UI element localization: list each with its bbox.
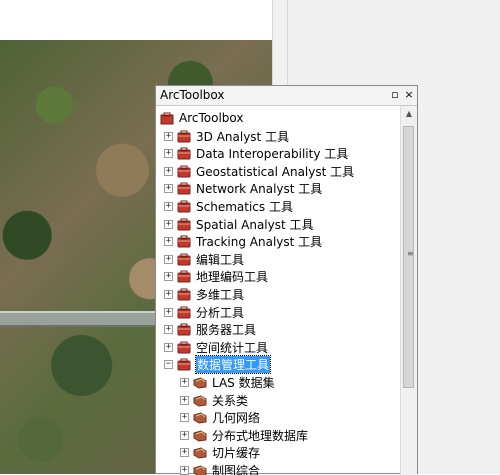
expand-icon[interactable]: + [164, 308, 173, 317]
tree-root-label: ArcToolbox [179, 111, 243, 125]
pin-icon[interactable]: ▫ [388, 88, 402, 102]
toolset-item-label: 关系类 [212, 392, 248, 409]
toolbox-icon [177, 218, 191, 231]
toolbox-item-label: 多维工具 [196, 286, 244, 303]
toolset-item[interactable]: + LAS 数据集 [180, 373, 275, 391]
toolbox-item-label: Tracking Analyst 工具 [196, 233, 322, 250]
toolbox-icon [177, 323, 191, 336]
toolbox-item-label: Data Interoperability 工具 [196, 145, 348, 162]
scroll-up-icon[interactable]: ▲ [401, 106, 417, 122]
expand-icon[interactable]: + [164, 325, 173, 334]
toolbox-icon [177, 182, 191, 195]
toolbox-item-label: 空间统计工具 [196, 339, 268, 356]
expand-icon[interactable]: + [180, 431, 189, 440]
toolbox-icon [177, 130, 191, 143]
toolset-icon [193, 411, 207, 424]
expand-icon[interactable]: + [164, 132, 173, 141]
toolbox-item[interactable]: + Tracking Analyst 工具 [164, 232, 322, 250]
toolbox-icon [177, 358, 191, 371]
toolbox-icon [177, 306, 191, 319]
expand-icon[interactable]: + [164, 149, 173, 158]
toolbox-item-label: Network Analyst 工具 [196, 180, 322, 197]
expand-icon[interactable]: + [180, 466, 189, 475]
toolbox-item-label: 3D Analyst 工具 [196, 128, 289, 145]
toolbox-icon [177, 165, 191, 178]
toolbox-item-label: 分析工具 [196, 304, 244, 321]
toolset-icon [193, 446, 207, 459]
toolset-icon [193, 394, 207, 407]
toolbox-item[interactable]: + 空间统计工具 [164, 338, 268, 356]
scroll-grip-icon: ≡ [407, 249, 414, 258]
toolbox-item-label: 地理编码工具 [196, 268, 268, 285]
toolbox-item[interactable]: + 编辑工具 [164, 250, 244, 268]
toolbox-item[interactable]: + Geostatistical Analyst 工具 [164, 162, 354, 180]
arctoolbox-window: ArcToolbox ▫ × ArcToolbox +3D Analyst 工具… [155, 85, 418, 474]
toolset-icon [193, 376, 207, 389]
toolset-item-label: 分布式地理数据库 [212, 427, 308, 444]
expand-icon[interactable]: + [180, 378, 189, 387]
toolbox-icon [177, 235, 191, 248]
toolset-item[interactable]: + 分布式地理数据库 [180, 426, 308, 444]
toolbox-item[interactable]: + Data Interoperability 工具 [164, 144, 348, 162]
toolbox-item-label: 服务器工具 [196, 321, 256, 338]
expand-icon[interactable]: + [164, 220, 173, 229]
toolbox-item[interactable]: + Spatial Analyst 工具 [164, 215, 314, 233]
toolbox-tree: ArcToolbox +3D Analyst 工具+Data Interoper… [156, 106, 400, 475]
toolset-item[interactable]: + 关系类 [180, 391, 248, 409]
toolbox-item-label: 数据管理工具 [196, 356, 270, 373]
toolset-item[interactable]: + 切片缓存 [180, 443, 260, 461]
toolbox-item[interactable]: +3D Analyst 工具 [164, 127, 289, 145]
toolbox-item-label: Geostatistical Analyst 工具 [196, 163, 354, 180]
toolset-item-label: 制图综合 [212, 462, 260, 475]
toolbox-item-label: Spatial Analyst 工具 [196, 216, 314, 233]
expand-icon[interactable]: + [164, 202, 173, 211]
toolset-item-label: 切片缓存 [212, 444, 260, 461]
toolbox-item[interactable]: + 分析工具 [164, 303, 244, 321]
expand-icon[interactable]: + [164, 272, 173, 281]
toolset-item[interactable]: + 制图综合 [180, 461, 260, 475]
toolbox-item[interactable]: + Schematics 工具 [164, 197, 293, 215]
expand-icon[interactable]: + [180, 413, 189, 422]
expand-icon[interactable]: + [164, 184, 173, 193]
toolbox-icon [177, 253, 191, 266]
expand-icon[interactable]: + [180, 448, 189, 457]
tree-scrollbar[interactable]: ▲ ≡ [400, 106, 417, 475]
toolset-icon [193, 464, 207, 475]
toolbox-icon [177, 147, 191, 160]
toolset-item[interactable]: + 几何网络 [180, 408, 260, 426]
expand-icon[interactable]: + [164, 237, 173, 246]
expand-icon[interactable]: + [164, 290, 173, 299]
toolbox-root-icon [160, 112, 174, 125]
toolbox-icon [177, 341, 191, 354]
arctoolbox-titlebar[interactable]: ArcToolbox ▫ × [156, 86, 417, 106]
toolbox-icon [177, 200, 191, 213]
window-title: ArcToolbox [160, 88, 224, 102]
toolbox-icon [177, 288, 191, 301]
tree-root[interactable]: ArcToolbox [160, 109, 243, 127]
scrollbar-thumb[interactable]: ≡ [403, 126, 414, 388]
toolbox-item-label: Schematics 工具 [196, 198, 293, 215]
expand-icon[interactable]: + [180, 396, 189, 405]
toolbox-item[interactable]: − 数据管理工具 [164, 355, 270, 373]
toolset-icon [193, 429, 207, 442]
expand-icon[interactable]: + [164, 167, 173, 176]
expand-icon[interactable]: + [164, 255, 173, 264]
toolset-item-label: LAS 数据集 [212, 374, 275, 391]
document-blank-area [0, 0, 272, 40]
collapse-icon[interactable]: − [164, 360, 173, 369]
close-icon[interactable]: × [402, 88, 416, 102]
toolbox-item[interactable]: + 地理编码工具 [164, 267, 268, 285]
toolbox-item[interactable]: + 多维工具 [164, 285, 244, 303]
toolbox-item[interactable]: + 服务器工具 [164, 320, 256, 338]
expand-icon[interactable]: + [164, 343, 173, 352]
toolset-item-label: 几何网络 [212, 409, 260, 426]
toolbox-icon [177, 270, 191, 283]
toolbox-item-label: 编辑工具 [196, 251, 244, 268]
toolbox-item[interactable]: + Network Analyst 工具 [164, 179, 322, 197]
